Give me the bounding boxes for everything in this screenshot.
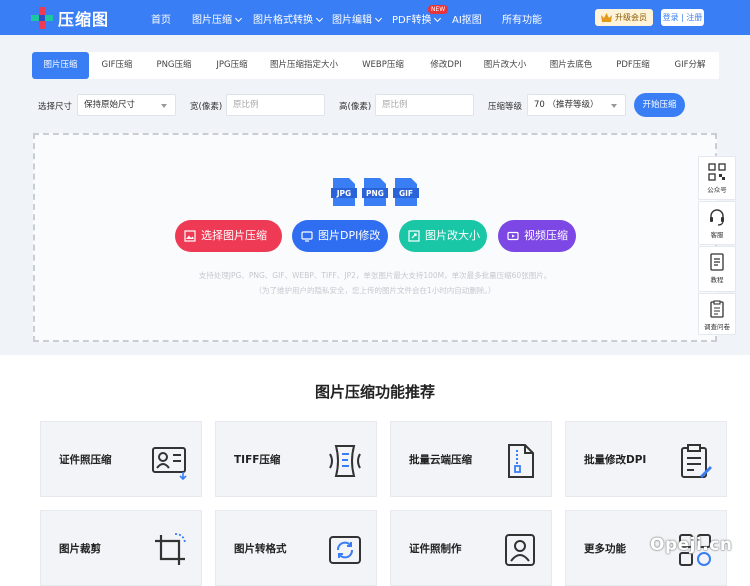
new-badge: NEW: [428, 5, 449, 14]
upload-hint: 支持处理JPG、PNG、GIF、WEBP、TIFF、JP2，单张图片最大支持10…: [198, 271, 552, 280]
card-image-crop[interactable]: 图片裁剪: [40, 510, 202, 586]
side-wechat-official[interactable]: 公众号: [698, 156, 736, 200]
login-register-button[interactable]: 登录 | 注册: [661, 9, 704, 26]
qrcode-icon: [708, 163, 726, 181]
side-customer-service[interactable]: 客服: [698, 201, 736, 245]
tab-gif-compress[interactable]: GIF压缩: [94, 52, 140, 79]
video-icon: [507, 231, 519, 241]
clipboard-edit-icon: [681, 444, 712, 478]
caret-down-icon: [161, 104, 167, 108]
image-dpi-modify-button[interactable]: 图片DPI修改: [292, 220, 388, 252]
level-label: 压缩等级: [488, 102, 523, 112]
svg-text:PNG: PNG: [366, 189, 384, 198]
section-title: 图片压缩功能推荐: [314, 383, 435, 401]
privacy-hint: （为了维护用户的隐私安全，您上传的图片文件会在1小时内自动删除。）: [254, 286, 496, 295]
crop-icon: [155, 533, 186, 565]
card-id-photo-compress[interactable]: 证件照压缩: [40, 421, 202, 497]
chevron-down-icon: [315, 14, 324, 23]
chevron-down-icon: [374, 14, 383, 23]
chevron-down-icon: [234, 14, 243, 23]
gif-file-icon: GIF: [393, 178, 419, 206]
size-label: 选择尺寸: [38, 102, 73, 112]
nav-image-compress[interactable]: 图片压缩: [192, 11, 243, 26]
tab-png-compress[interactable]: PNG压缩: [150, 52, 198, 79]
tab-gif-split[interactable]: GIF分解: [668, 52, 712, 79]
nav-image-edit[interactable]: 图片编辑: [332, 11, 383, 26]
card-batch-cloud-compress[interactable]: 批量云端压缩: [390, 421, 552, 497]
card-batch-modify-dpi[interactable]: 批量修改DPI: [565, 421, 727, 497]
nav-home[interactable]: 首页: [151, 11, 171, 26]
tab-compress-to-size[interactable]: 图片压缩指定大小: [265, 52, 343, 79]
watermark-text: Opeji.cn: [650, 535, 733, 555]
id-photo-icon: [505, 534, 535, 566]
tab-resize-image[interactable]: 图片改大小: [480, 52, 530, 79]
png-file-icon: PNG: [362, 178, 388, 206]
logo-text[interactable]: 压缩图: [58, 6, 109, 30]
card-image-convert-format[interactable]: 图片转格式: [215, 510, 377, 586]
tab-pdf-compress[interactable]: PDF压缩: [610, 52, 656, 79]
monitor-icon: [301, 231, 313, 242]
chevron-down-icon: [434, 14, 442, 23]
zip-file-icon: [508, 444, 534, 478]
level-select[interactable]: 70 （推荐等级）: [527, 94, 626, 116]
card-tiff-compress[interactable]: TIFF压缩: [215, 421, 377, 497]
height-input[interactable]: 原比例: [375, 94, 474, 116]
nav-ai-cutout[interactable]: AI抠图: [452, 11, 482, 26]
select-image-compress-button[interactable]: 选择图片压缩: [175, 220, 282, 252]
document-icon: [710, 253, 724, 271]
nav-all-features[interactable]: 所有功能: [502, 11, 542, 26]
logo-icon[interactable]: [31, 7, 53, 29]
video-compress-button[interactable]: 视频压缩: [498, 220, 576, 252]
jpg-file-icon: JPG: [331, 178, 357, 206]
width-input[interactable]: 原比例: [226, 94, 325, 116]
resize-icon: [408, 230, 420, 242]
top-navbar: 压缩图 首页 图片压缩 图片格式转换 图片编辑 PDF转换 NEW AI抠图 所…: [0, 0, 750, 35]
tab-remove-background[interactable]: 图片去底色: [545, 52, 597, 79]
crown-icon: [601, 13, 612, 22]
tab-webp-compress[interactable]: WEBP压缩: [357, 52, 409, 79]
start-compress-button[interactable]: 开始压缩: [634, 93, 685, 117]
side-tutorial[interactable]: 教程: [698, 246, 736, 292]
width-label: 宽(像素): [190, 102, 223, 112]
tab-image-compress[interactable]: 图片压缩: [32, 52, 89, 79]
clipboard-icon: [710, 300, 724, 318]
caret-down-icon: [611, 104, 617, 108]
svg-text:JPG: JPG: [336, 189, 351, 198]
image-resize-button[interactable]: 图片改大小: [399, 220, 487, 252]
tiff-file-icon: [329, 445, 361, 477]
tab-modify-dpi[interactable]: 修改DPI: [422, 52, 470, 79]
height-label: 高(像素): [339, 102, 372, 112]
convert-image-icon: [329, 536, 361, 564]
tab-jpg-compress[interactable]: JPG压缩: [209, 52, 255, 79]
upgrade-vip-button[interactable]: 升级会员: [595, 9, 653, 26]
nav-format-convert[interactable]: 图片格式转换: [253, 11, 324, 26]
card-id-photo-make[interactable]: 证件照制作: [390, 510, 552, 586]
tool-tabs: 图片压缩 GIF压缩 PNG压缩 JPG压缩 图片压缩指定大小 WEBP压缩 修…: [32, 52, 719, 79]
image-upload-icon: [184, 230, 196, 242]
headset-icon: [710, 209, 724, 226]
svg-text:GIF: GIF: [399, 189, 413, 198]
id-card-icon: [152, 447, 187, 480]
side-survey[interactable]: 调查问卷: [698, 293, 736, 335]
size-select[interactable]: 保持原始尺寸: [77, 94, 176, 116]
